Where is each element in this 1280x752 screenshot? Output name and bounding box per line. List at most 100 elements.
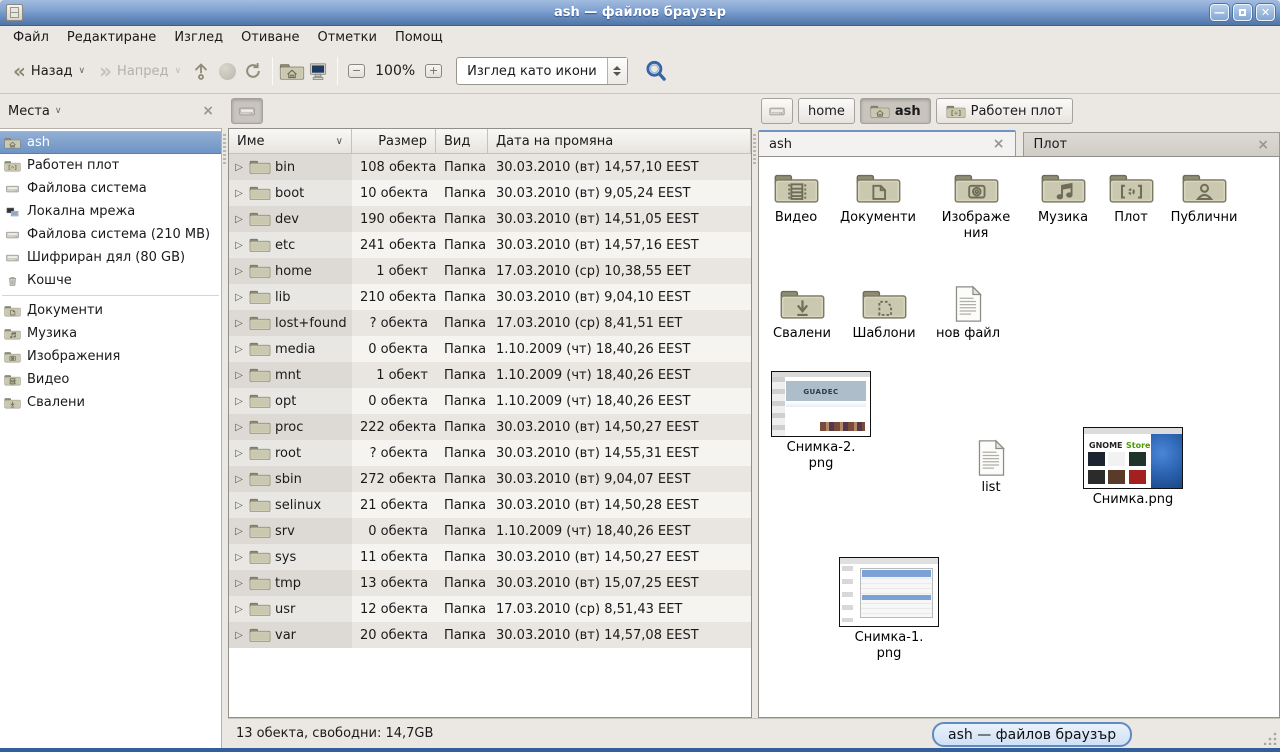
tree-row[interactable]: ▷ lib 210 обекта Папка 30.03.2010 (вт) 9…: [229, 284, 751, 310]
path-button-desktop[interactable]: Работен плот: [936, 98, 1073, 124]
tree-row[interactable]: ▷ srv 0 обекта Папка 1.10.2009 (чт) 18,4…: [229, 518, 751, 544]
sidebar-item[interactable]: Видео: [0, 368, 221, 391]
icon-view-item[interactable]: Свалени: [760, 285, 844, 342]
back-button[interactable]: « Назад ∨: [6, 58, 92, 84]
sidebar-item[interactable]: Локална мрежа: [0, 200, 221, 223]
column-header-name[interactable]: Име ∨: [229, 129, 352, 153]
expander-icon[interactable]: ▷: [233, 500, 245, 511]
path-button-ash[interactable]: ash: [860, 98, 931, 124]
root-path-button[interactable]: [761, 98, 793, 124]
tree-row[interactable]: ▷ opt 0 обекта Папка 1.10.2009 (чт) 18,4…: [229, 388, 751, 414]
expander-icon[interactable]: ▷: [233, 266, 245, 277]
expander-icon[interactable]: ▷: [233, 370, 245, 381]
reload-button[interactable]: [240, 58, 266, 84]
tree-row[interactable]: ▷ tmp 13 обекта Папка 30.03.2010 (вт) 15…: [229, 570, 751, 596]
menu-item[interactable]: Изглед: [165, 28, 232, 47]
tree-row[interactable]: ▷ home 1 обект Папка 17.03.2010 (ср) 10,…: [229, 258, 751, 284]
tree-row[interactable]: ▷ root ? обекта Папка 30.03.2010 (вт) 14…: [229, 440, 751, 466]
column-header-type[interactable]: Вид: [436, 129, 488, 153]
expander-icon[interactable]: ▷: [233, 240, 245, 251]
icon-view-item[interactable]: Изображения: [934, 169, 1018, 242]
expander-icon[interactable]: ▷: [233, 292, 245, 303]
sidebar-item[interactable]: Документи: [0, 299, 221, 322]
icon-view-item[interactable]: Шаблони: [842, 285, 926, 342]
tab-close-icon[interactable]: ×: [1257, 139, 1269, 151]
tree-row[interactable]: ▷ dev 190 обекта Папка 30.03.2010 (вт) 1…: [229, 206, 751, 232]
back-dropdown-icon[interactable]: ∨: [79, 66, 86, 76]
expander-icon[interactable]: ▷: [233, 162, 245, 173]
icon-view-item[interactable]: Видео: [758, 169, 838, 226]
close-button[interactable]: ✕: [1256, 4, 1275, 21]
sidebar-item[interactable]: Свалени: [0, 391, 221, 414]
tree-row[interactable]: ▷ proc 222 обекта Папка 30.03.2010 (вт) …: [229, 414, 751, 440]
icon-view-item[interactable]: Документи: [836, 169, 920, 226]
expander-icon[interactable]: ▷: [233, 422, 245, 433]
maximize-button[interactable]: [1233, 4, 1252, 21]
forward-button[interactable]: » Напред ∨: [92, 58, 188, 84]
sidebar-item[interactable]: Файлова система: [0, 177, 221, 200]
expander-icon[interactable]: ▷: [233, 552, 245, 563]
menu-item[interactable]: Помощ: [386, 28, 452, 47]
expander-icon[interactable]: ▷: [233, 344, 245, 355]
expander-icon[interactable]: ▷: [233, 474, 245, 485]
menu-item[interactable]: Отиване: [232, 28, 308, 47]
icon-view[interactable]: GUADEC Снимка-2.png GNOME Store Снимка.p…: [758, 156, 1280, 718]
tree-row[interactable]: ▷ sys 11 обекта Папка 30.03.2010 (вт) 14…: [229, 544, 751, 570]
tree-row[interactable]: ▷ etc 241 обекта Папка 30.03.2010 (вт) 1…: [229, 232, 751, 258]
filesystem-path-button[interactable]: [231, 98, 263, 124]
minimize-button[interactable]: —: [1210, 4, 1229, 21]
expander-icon[interactable]: ▷: [233, 526, 245, 537]
computer-button[interactable]: [305, 58, 331, 84]
zoom-in-button[interactable]: +: [425, 64, 442, 78]
sidebar-item[interactable]: Изображения: [0, 345, 221, 368]
expander-icon[interactable]: ▷: [233, 630, 245, 641]
sidebar-title[interactable]: Места: [8, 104, 50, 119]
expander-icon[interactable]: ▷: [233, 578, 245, 589]
search-button[interactable]: [642, 57, 670, 85]
sidebar-item[interactable]: Музика: [0, 322, 221, 345]
sidebar-item[interactable]: Работен плот: [0, 154, 221, 177]
titlebar[interactable]: ash — файлов браузър — ✕: [0, 0, 1280, 26]
sidebar-item[interactable]: ash: [0, 131, 221, 154]
expander-icon[interactable]: ▷: [233, 396, 245, 407]
menu-item[interactable]: Редактиране: [58, 28, 165, 47]
file-item-snimka2[interactable]: GUADEC Снимка-2.png: [767, 371, 875, 472]
tree-row[interactable]: ▷ mnt 1 обект Папка 1.10.2009 (чт) 18,40…: [229, 362, 751, 388]
sidebar-item[interactable]: Шифриран дял (80 GB): [0, 246, 221, 269]
expander-icon[interactable]: ▷: [233, 448, 245, 459]
icon-view-item[interactable]: нов файл: [926, 285, 1010, 342]
sidebar-dropdown-icon[interactable]: ∨: [55, 106, 62, 116]
sidebar-item[interactable]: Кошче: [0, 269, 221, 292]
sidebar-close-icon[interactable]: ×: [202, 105, 214, 117]
path-button-home[interactable]: home: [798, 98, 855, 124]
tree-row[interactable]: ▷ var 20 обекта Папка 30.03.2010 (вт) 14…: [229, 622, 751, 648]
icon-view-item[interactable]: Публични: [1162, 169, 1246, 226]
file-item-snimka[interactable]: GNOME Store Снимка.png: [1079, 427, 1187, 508]
column-header-size[interactable]: Размер: [352, 129, 436, 153]
tab-desktop[interactable]: Плот ×: [1023, 132, 1280, 156]
home-button[interactable]: [279, 58, 305, 84]
zoom-out-button[interactable]: −: [348, 64, 365, 78]
expander-icon[interactable]: ▷: [233, 188, 245, 199]
menu-item[interactable]: Файл: [4, 28, 58, 47]
expander-icon[interactable]: ▷: [233, 214, 245, 225]
file-item-snimka1[interactable]: Снимка-1.png: [835, 557, 943, 662]
expander-icon[interactable]: ▷: [233, 318, 245, 329]
icon-view-item[interactable]: Плот: [1089, 169, 1173, 226]
tree-row[interactable]: ▷ usr 12 обекта Папка 17.03.2010 (ср) 8,…: [229, 596, 751, 622]
view-mode-spinner[interactable]: [607, 58, 627, 84]
expander-icon[interactable]: ▷: [233, 604, 245, 615]
column-header-date[interactable]: Дата на промяна: [488, 129, 751, 153]
up-button[interactable]: [188, 58, 214, 84]
tree-row[interactable]: ▷ media 0 обекта Папка 1.10.2009 (чт) 18…: [229, 336, 751, 362]
tree-row[interactable]: ▷ boot 10 обекта Папка 30.03.2010 (вт) 9…: [229, 180, 751, 206]
icon-view-item[interactable]: list: [949, 439, 1033, 496]
tab-close-icon[interactable]: ×: [993, 138, 1005, 150]
sidebar-splitter[interactable]: [222, 94, 228, 748]
resize-grip[interactable]: [1264, 732, 1277, 745]
stop-button[interactable]: [214, 58, 240, 84]
tree-row[interactable]: ▷ selinux 21 обекта Папка 30.03.2010 (вт…: [229, 492, 751, 518]
sidebar-item[interactable]: Файлова система (210 MB): [0, 223, 221, 246]
menu-item[interactable]: Отметки: [308, 28, 385, 47]
tree-row[interactable]: ▷ bin 108 обекта Папка 30.03.2010 (вт) 1…: [229, 154, 751, 180]
